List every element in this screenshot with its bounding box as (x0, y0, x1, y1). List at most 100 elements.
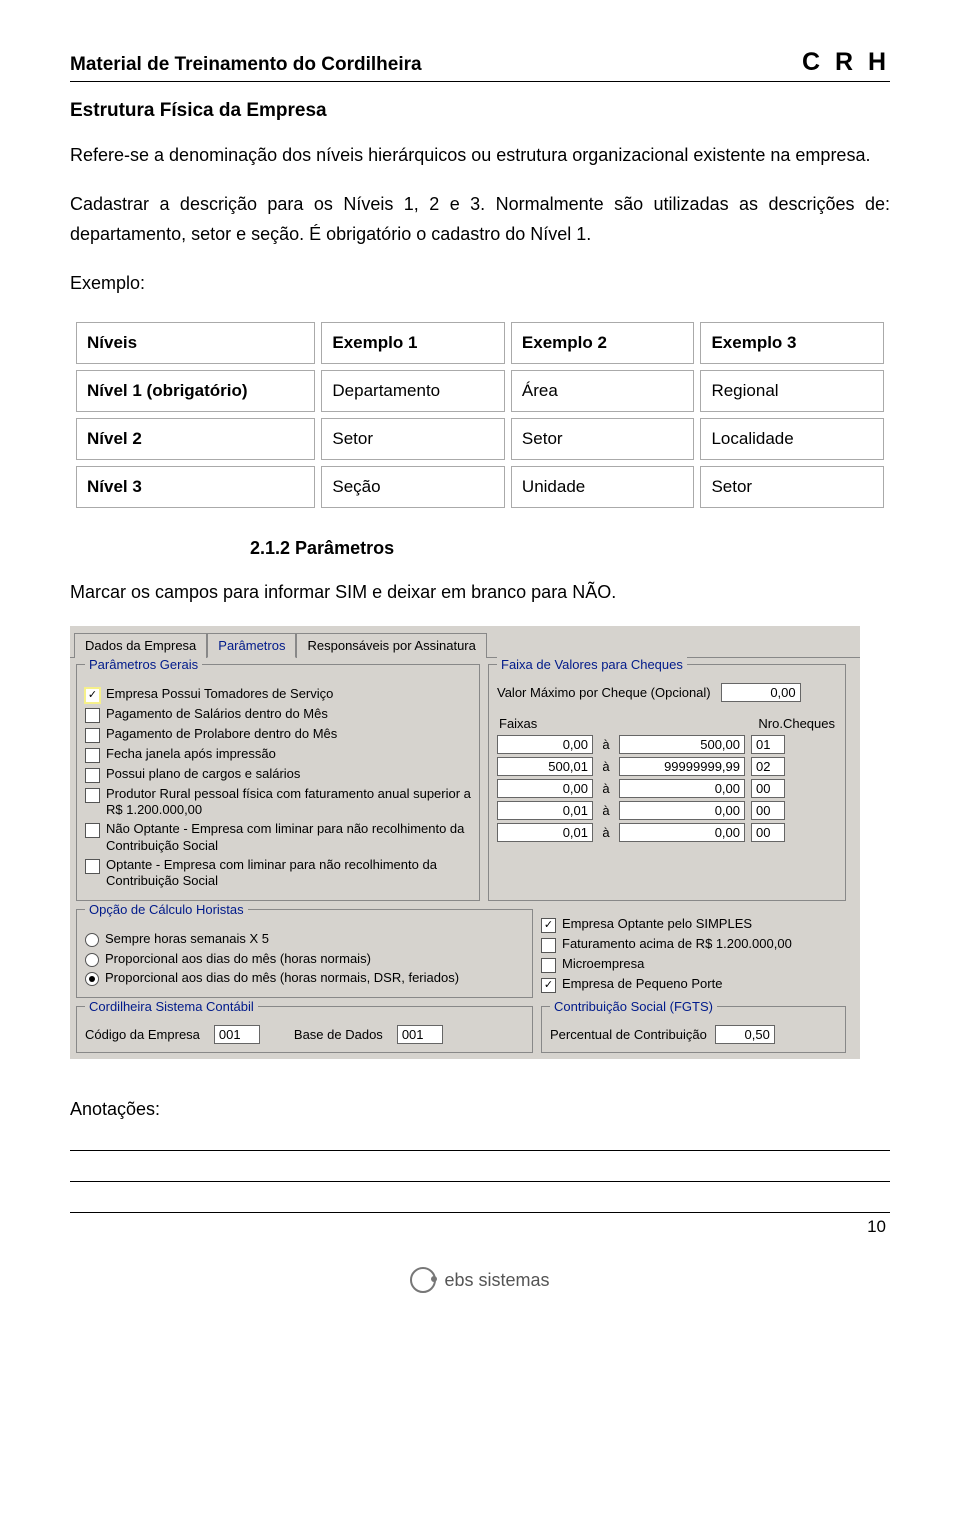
label-nro-cheques: Nro.Cheques (758, 716, 835, 731)
radio-icon[interactable] (85, 953, 99, 967)
cell: Setor (511, 418, 695, 460)
checkbox-icon[interactable] (541, 978, 556, 993)
page-number: 10 (70, 1217, 890, 1237)
chk-pag-prolabore-mes[interactable]: Pagamento de Prolabore dentro do Mês (85, 726, 471, 743)
radio-horas-semanais-x5[interactable]: Sempre horas semanais X 5 (85, 931, 524, 947)
input-faixa-de[interactable] (497, 757, 593, 776)
section-title: Estrutura Física da Empresa (70, 100, 890, 122)
checkbox-icon[interactable] (85, 688, 100, 703)
radio-label: Proporcional aos dias do mês (horas norm… (105, 970, 524, 986)
cell: Seção (321, 466, 505, 508)
chk-label: Empresa Possui Tomadores de Serviço (106, 686, 471, 702)
radio-icon[interactable] (85, 933, 99, 947)
checkbox-icon[interactable] (541, 918, 556, 933)
th-ex3: Exemplo 3 (700, 322, 884, 364)
checkbox-icon[interactable] (85, 768, 100, 783)
checkbox-icon[interactable] (85, 788, 100, 803)
chk-label: Microempresa (562, 956, 846, 972)
input-faixa-de[interactable] (497, 823, 593, 842)
input-percentual-contribuicao[interactable] (715, 1025, 775, 1044)
th-ex2: Exemplo 2 (511, 322, 695, 364)
checkbox-icon[interactable] (85, 708, 100, 723)
legend-contabil: Cordilheira Sistema Contábil (85, 999, 258, 1014)
header-left: Material de Treinamento do Cordilheira (70, 54, 422, 76)
group-faixa-cheques: Faixa de Valores para Cheques Valor Máxi… (488, 664, 846, 902)
cell: Área (511, 370, 695, 412)
input-faixa-de[interactable] (497, 779, 593, 798)
page-header: Material de Treinamento do Cordilheira C… (70, 48, 890, 82)
input-faixa-nro[interactable] (751, 735, 785, 754)
faixa-sep: à (599, 825, 613, 840)
cell: Setor (700, 466, 884, 508)
table-head-row: Níveis Exemplo 1 Exemplo 2 Exemplo 3 (76, 322, 884, 364)
chk-optante-liminar[interactable]: Optante - Empresa com liminar para não r… (85, 857, 471, 890)
chk-label: Fecha janela após impressão (106, 746, 471, 762)
cell: Regional (700, 370, 884, 412)
chk-pequeno-porte[interactable]: Empresa de Pequeno Porte (541, 976, 846, 993)
examples-table: Níveis Exemplo 1 Exemplo 2 Exemplo 3 Nív… (70, 316, 890, 514)
radio-proporcional-horas-normais[interactable]: Proporcional aos dias do mês (horas norm… (85, 951, 524, 967)
input-faixa-nro[interactable] (751, 801, 785, 820)
chk-microempresa[interactable]: Microempresa (541, 956, 846, 973)
chk-label: Pagamento de Prolabore dentro do Mês (106, 726, 471, 742)
input-faixa-ate[interactable] (619, 735, 745, 754)
chk-label: Empresa de Pequeno Porte (562, 976, 846, 992)
checkbox-icon[interactable] (85, 823, 100, 838)
cell: Localidade (700, 418, 884, 460)
instruction-text: Marcar os campos para informar SIM e dei… (70, 577, 890, 608)
group-contribuicao-fgts: Contribuição Social (FGTS) Percentual de… (541, 1006, 846, 1053)
chk-produtor-rural[interactable]: Produtor Rural pessoal física com fatura… (85, 786, 471, 819)
chk-fecha-janela[interactable]: Fecha janela após impressão (85, 746, 471, 763)
chk-label: Optante - Empresa com liminar para não r… (106, 857, 471, 890)
input-codigo-empresa[interactable] (214, 1025, 260, 1044)
brand-logo-icon (410, 1267, 436, 1293)
radio-icon[interactable] (85, 972, 99, 986)
checkbox-icon[interactable] (85, 748, 100, 763)
legend-cheques: Faixa de Valores para Cheques (497, 657, 687, 672)
input-faixa-nro[interactable] (751, 823, 785, 842)
anotacoes-line (70, 1126, 890, 1151)
chk-label: Empresa Optante pelo SIMPLES (562, 916, 846, 932)
checkbox-icon[interactable] (541, 958, 556, 973)
chk-nao-optante-liminar[interactable]: Não Optante - Empresa com liminar para n… (85, 821, 471, 854)
input-base-dados[interactable] (397, 1025, 443, 1044)
chk-label: Faturamento acima de R$ 1.200.000,00 (562, 936, 846, 952)
cell: Setor (321, 418, 505, 460)
checkbox-icon[interactable] (85, 728, 100, 743)
input-faixa-nro[interactable] (751, 779, 785, 798)
chk-faturamento-acima[interactable]: Faturamento acima de R$ 1.200.000,00 (541, 936, 846, 953)
input-max-cheque[interactable] (721, 683, 801, 702)
chk-label: Não Optante - Empresa com liminar para n… (106, 821, 471, 854)
table-row: Nível 3 Seção Unidade Setor (76, 466, 884, 508)
input-faixa-de[interactable] (497, 735, 593, 754)
faixa-row: à (497, 823, 837, 842)
input-faixa-ate[interactable] (619, 779, 745, 798)
th-ex1: Exemplo 1 (321, 322, 505, 364)
input-faixa-ate[interactable] (619, 823, 745, 842)
tab-dados-empresa[interactable]: Dados da Empresa (74, 633, 207, 658)
checkbox-icon[interactable] (85, 859, 100, 874)
faixa-row: à (497, 801, 837, 820)
checkbox-icon[interactable] (541, 938, 556, 953)
parametros-panel: Dados da Empresa Parâmetros Responsáveis… (70, 626, 860, 1059)
chk-plano-cargos[interactable]: Possui plano de cargos e salários (85, 766, 471, 783)
faixa-sep: à (599, 759, 613, 774)
radio-label: Proporcional aos dias do mês (horas norm… (105, 951, 524, 967)
chk-tomadores-servico[interactable]: Empresa Possui Tomadores de Serviço (85, 686, 471, 703)
input-faixa-ate[interactable] (619, 801, 745, 820)
chk-optante-simples[interactable]: Empresa Optante pelo SIMPLES (541, 916, 846, 933)
input-faixa-ate[interactable] (619, 757, 745, 776)
radio-proporcional-dsr-feriados[interactable]: Proporcional aos dias do mês (horas norm… (85, 970, 524, 986)
tab-responsaveis[interactable]: Responsáveis por Assinatura (296, 633, 486, 658)
footer: ebs sistemas (70, 1267, 890, 1298)
th-niveis: Níveis (76, 322, 315, 364)
group-parametros-gerais: Parâmetros Gerais Empresa Possui Tomador… (76, 664, 480, 902)
chk-label: Produtor Rural pessoal física com fatura… (106, 786, 471, 819)
anotacoes-line (70, 1157, 890, 1182)
cell: Nível 3 (76, 466, 315, 508)
input-faixa-nro[interactable] (751, 757, 785, 776)
input-faixa-de[interactable] (497, 801, 593, 820)
faixa-row: à (497, 779, 837, 798)
chk-pag-salarios-mes[interactable]: Pagamento de Salários dentro do Mês (85, 706, 471, 723)
tab-parametros[interactable]: Parâmetros (207, 633, 296, 658)
